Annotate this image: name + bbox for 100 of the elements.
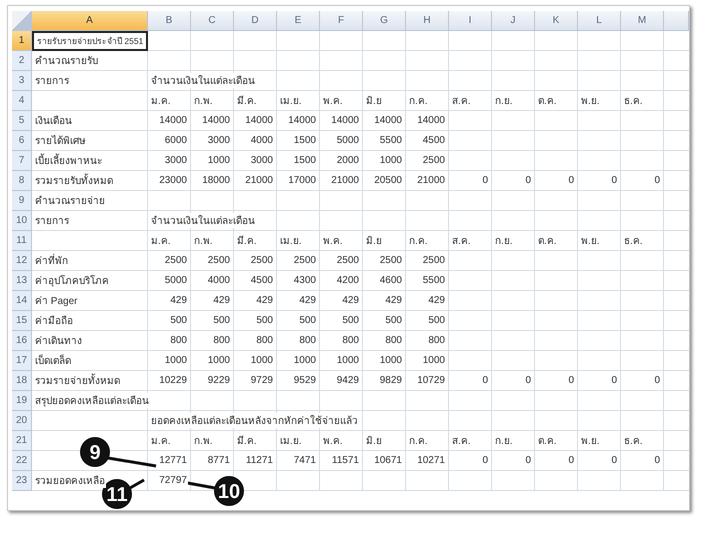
column-header[interactable]: J [492,11,535,31]
cell-text: 429 [385,295,403,306]
cell-text: 429 [299,295,317,306]
cell-text: 4000 [208,275,231,286]
column-header[interactable]: G [363,11,406,31]
active-cell[interactable]: รายรับรายจ่ายประจำปี 2551 [32,31,148,51]
column-header[interactable]: I [449,11,492,31]
row-header[interactable]: 15 [12,311,32,331]
column-header[interactable]: H [406,11,449,31]
column-header[interactable] [664,11,689,31]
cell-text: 0 [525,175,532,186]
column-header[interactable]: C [191,11,234,31]
row-header[interactable]: 12 [12,251,32,271]
cell-text: 0 [654,455,661,466]
cell-text: สรุปยอดคงเหลือแต่ละเดือน [35,393,150,408]
column-header[interactable]: L [578,11,621,31]
row-header[interactable]: 3 [12,71,32,91]
cell-text: 1500 [294,155,317,166]
cell-text: 429 [213,295,231,306]
cell-text: 429 [342,295,360,306]
row-header[interactable]: 11 [12,231,32,251]
cell-text: 500 [170,315,188,326]
cell-text: 4500 [422,135,446,146]
row-header[interactable]: 18 [12,371,32,391]
cell-text: 429 [256,295,274,306]
cell-text: 10729 [417,375,446,386]
row-header[interactable]: 9 [12,191,32,211]
cell-text: 3000 [164,155,188,166]
row-header[interactable]: 14 [12,291,32,311]
column-header[interactable]: E [277,11,320,31]
cell-text: 4600 [380,275,403,286]
cell-text: 12771 [159,455,188,466]
cell-text: จำนวนเงินในแต่ละเดือน [151,213,256,228]
row-header[interactable]: 22 [12,451,32,471]
cell-text: 0 [611,175,618,186]
row-header[interactable]: 16 [12,331,32,351]
cell-text: 2000 [336,155,360,166]
row-header[interactable]: 17 [12,351,32,371]
cell-text: 23000 [159,175,188,186]
column-header[interactable]: A [32,11,148,31]
cell-text: 11271 [246,455,274,466]
column-header[interactable]: M [621,11,664,31]
row-header[interactable]: 6 [12,131,32,151]
cell-text: 14000 [374,115,403,126]
cell-text: 2500 [380,255,403,266]
cell-text: 2500 [422,155,446,166]
row-header[interactable]: 5 [12,111,32,131]
row-header[interactable]: 13 [12,271,32,291]
cell-text: ค่าอุปโภคบริโภค [35,273,110,288]
cell-text: ยอดคงเหลือแต่ละเดือนหลังจากหักค่าใช้จ่ายแล้ว [151,413,359,428]
row-header[interactable]: 10 [12,211,32,231]
cell-text: 14000 [288,115,317,126]
column-header[interactable]: D [234,11,277,31]
cell-text: 800 [256,335,274,346]
cell-text: 4300 [294,275,317,286]
row-header[interactable]: 23 [12,471,32,491]
cell-text: 1000 [164,355,188,366]
cell-text: 1000 [422,355,446,366]
cell-text: 21000 [331,175,360,186]
cell-text: 500 [342,315,360,326]
cell-text: 0 [611,375,618,386]
row-header[interactable]: 1 [12,31,32,51]
cell-text: 0 [525,375,532,386]
cell-text: 1000 [294,355,317,366]
cell-text: 10671 [374,455,403,466]
cell-text: 4500 [250,275,274,286]
cell-text: 800 [428,335,446,346]
cell-text: 1000 [208,155,231,166]
column-header[interactable]: K [535,11,578,31]
cell-text: 9729 [250,375,274,386]
cell-text: 0 [482,455,489,466]
row-header[interactable]: 19 [12,391,32,411]
cell-text: รวมยอดคงเหลือ [35,473,106,488]
cell-text: 7471 [294,455,317,466]
cell-text: 8771 [208,455,231,466]
cell-text: 0 [568,455,575,466]
row-header[interactable]: 8 [12,171,32,191]
cell-text: 500 [385,315,403,326]
column-header[interactable]: B [148,11,191,31]
row-header[interactable]: 4 [12,91,32,111]
cell-text: 14000 [417,115,446,126]
cell-text: 1000 [380,155,403,166]
cell-text: 72797 [159,475,188,486]
cell-text: 10271 [417,455,446,466]
row-header[interactable]: 2 [12,51,32,71]
cell-text: 2500 [164,255,188,266]
cell-text: 0 [525,455,532,466]
cell-text: 0 [482,175,489,186]
row-header[interactable]: 7 [12,151,32,171]
cell-text: 9229 [208,375,231,386]
column-header[interactable]: F [320,11,363,31]
cell-text: 9829 [380,375,403,386]
select-all-button[interactable] [12,11,32,31]
row-header[interactable]: 20 [12,411,32,431]
cell-text: 9529 [294,375,317,386]
cell-text: 1000 [208,355,231,366]
cell-text: 14000 [202,115,231,126]
cell-text: 800 [385,335,403,346]
cell-text: 2500 [422,255,446,266]
row-header[interactable]: 21 [12,431,32,451]
